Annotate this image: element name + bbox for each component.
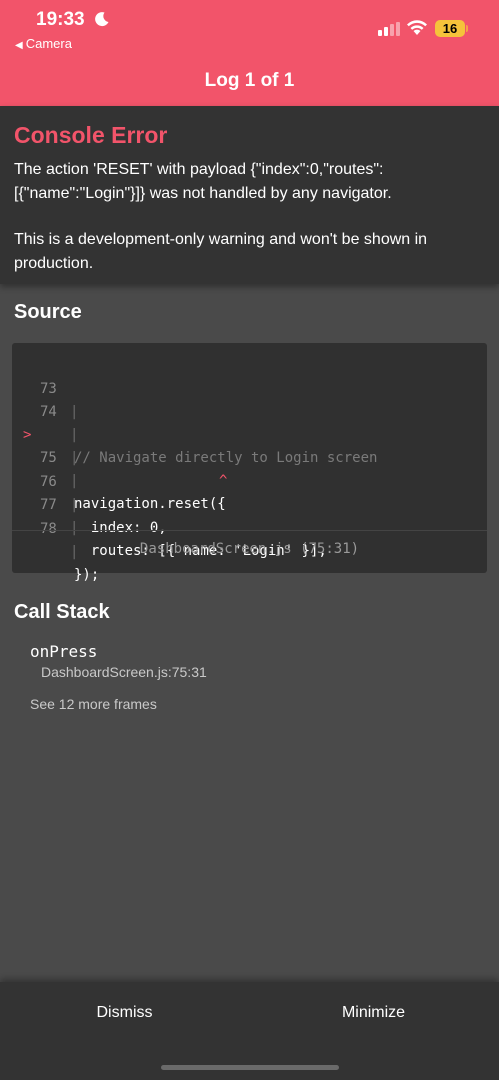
code-line: 78 | });	[12, 495, 487, 583]
stack-frame-location[interactable]: DashboardScreen.js:75:31	[41, 664, 207, 680]
divider	[12, 530, 487, 531]
header: 19:33 ◀ Camera 16 Log 1 of 1	[0, 0, 499, 106]
minimize-button[interactable]: Minimize	[249, 982, 498, 1044]
code-line: 77 | routes: [{ name: 'Login' }],	[12, 471, 487, 559]
signal-icon	[378, 22, 400, 36]
status-time: 19:33	[36, 9, 85, 30]
code-line: 74 | // Navigate directly to Login scree…	[12, 378, 487, 466]
code-frame: 73 | 74 | // Navigate directly to Login …	[12, 343, 487, 583]
line-code: index: 0,	[74, 520, 167, 536]
battery-tip	[466, 25, 468, 32]
dismiss-button[interactable]: Dismiss	[0, 982, 249, 1044]
error-message: The action 'RESET' with payload {"index"…	[14, 161, 392, 202]
see-more-frames-button[interactable]: See 12 more frames	[30, 696, 157, 712]
back-app-label: Camera	[25, 36, 72, 51]
home-indicator[interactable]	[161, 1065, 339, 1070]
code-line-highlighted: > 75 | navigation.reset({	[12, 401, 487, 512]
code-line: 76 | index: 0,	[12, 448, 487, 536]
back-triangle-icon: ◀	[15, 40, 23, 51]
gutter-pipe: |	[70, 520, 79, 536]
stack-frame-name[interactable]: onPress	[30, 642, 97, 661]
source-file-link[interactable]: DashboardScreen.js (75:31)	[12, 541, 487, 557]
code-line-caret: | ^	[12, 424, 487, 489]
back-to-app-link[interactable]: ◀ Camera	[15, 36, 72, 51]
wifi-icon	[407, 20, 427, 35]
error-warning: This is a development-only warning and w…	[14, 231, 428, 272]
battery-icon: 16	[435, 20, 465, 37]
page-title: Log 1 of 1	[204, 70, 295, 91]
error-title: Console Error	[14, 122, 168, 148]
footer: Dismiss Minimize	[0, 982, 499, 1080]
source-title: Source	[14, 301, 82, 323]
error-panel: Console Error The action 'RESET' with pa…	[0, 106, 499, 284]
line-code: });	[74, 567, 100, 583]
code-line: 73 |	[12, 355, 487, 420]
moon-icon	[95, 12, 109, 27]
call-stack-title: Call Stack	[14, 601, 110, 623]
